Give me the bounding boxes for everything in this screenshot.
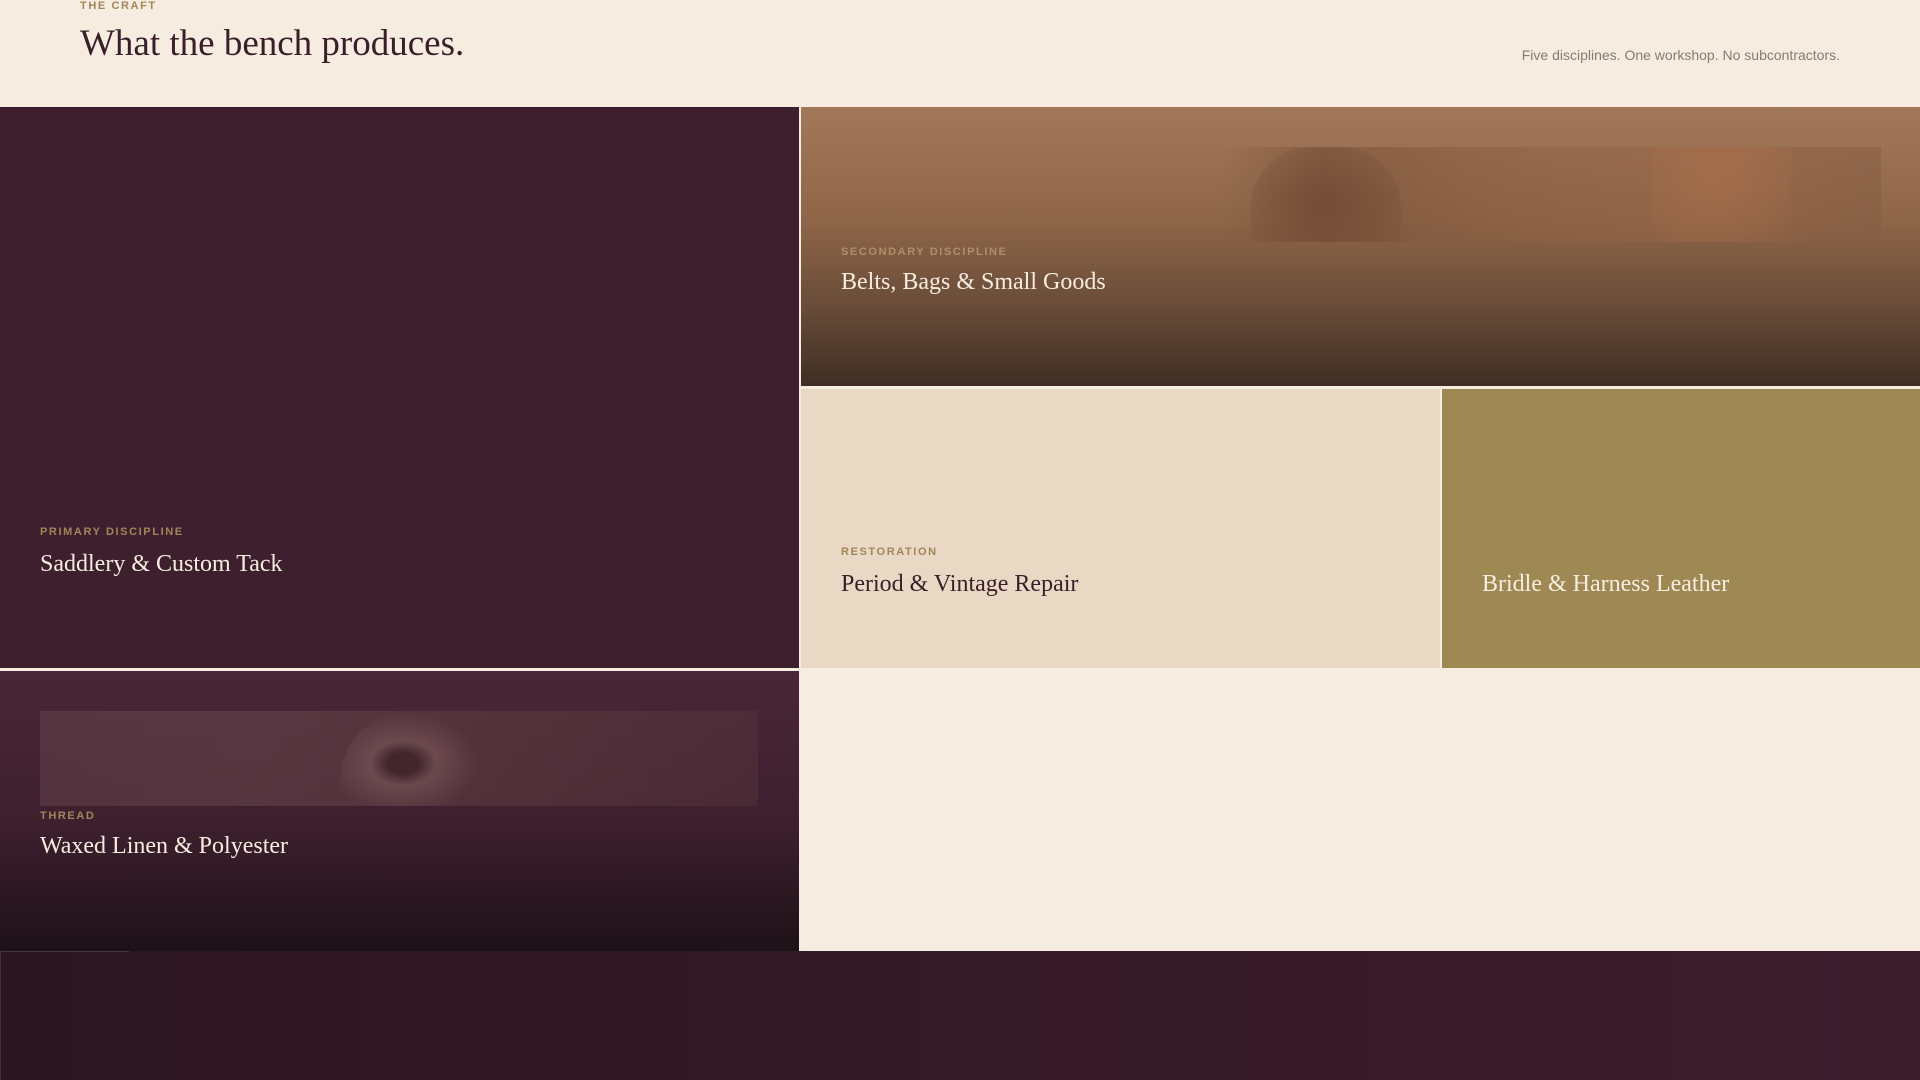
tile-label: RESTORATION xyxy=(841,546,938,558)
tile-label: THREAD xyxy=(40,810,96,822)
tile-bridle[interactable]: Bridle & Harness Leather xyxy=(1442,389,1920,668)
tile-photo xyxy=(40,711,758,806)
tile-title: Waxed Linen & Polyester xyxy=(40,833,289,859)
footer-band xyxy=(0,951,1920,1080)
section-eyebrow: THE CRAFT xyxy=(80,0,157,12)
tile-thread[interactable]: THREAD Waxed Linen & Polyester xyxy=(0,671,799,951)
photo-shape xyxy=(1251,147,1401,242)
tile-title: Belts, Bags & Small Goods xyxy=(841,269,1106,295)
tile-photo xyxy=(1221,147,1881,242)
tile-title: Bridle & Harness Leather xyxy=(1482,571,1730,597)
tile-title: Period & Vintage Repair xyxy=(841,571,1079,597)
photo-shape xyxy=(1651,147,1791,242)
section-header: THE CRAFT What the bench produces. Five … xyxy=(0,0,1920,107)
tile-label: SECONDARY DISCIPLINE xyxy=(841,246,1008,258)
tile-restoration[interactable]: RESTORATION Period & Vintage Repair xyxy=(801,389,1440,668)
section-tagline: Five disciplines. One workshop. No subco… xyxy=(1521,47,1840,63)
tile-label: PRIMARY DISCIPLINE xyxy=(40,526,184,538)
tile-saddlery[interactable]: PRIMARY DISCIPLINE Saddlery & Custom Tac… xyxy=(0,107,799,668)
section-title: What the bench produces. xyxy=(80,23,465,64)
tile-title: Saddlery & Custom Tack xyxy=(40,551,283,577)
spool-shape xyxy=(340,711,480,806)
footer-edge xyxy=(1,951,129,952)
tile-belts[interactable]: SECONDARY DISCIPLINE Belts, Bags & Small… xyxy=(801,107,1920,386)
